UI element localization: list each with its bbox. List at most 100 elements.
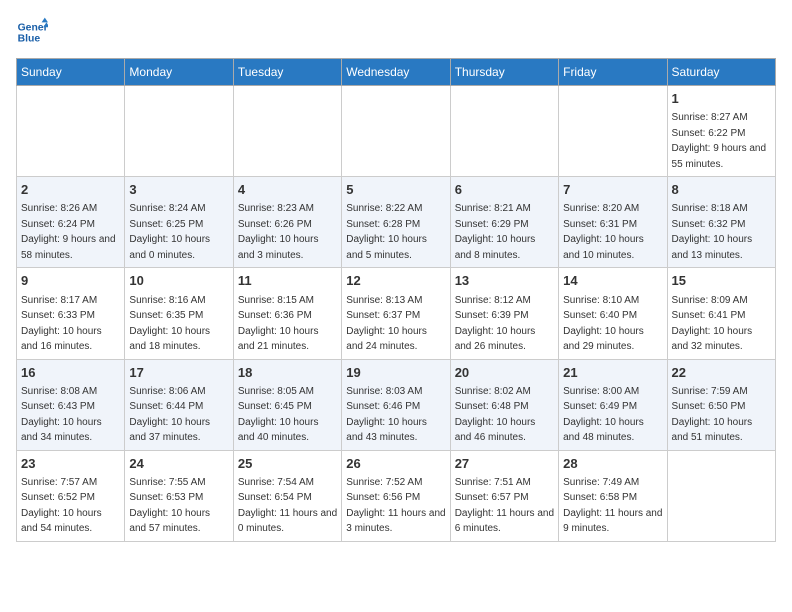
- calendar-cell: 4 Sunrise: 8:23 AM Sunset: 6:26 PM Daylig…: [233, 177, 341, 268]
- calendar-cell: 8 Sunrise: 8:18 AM Sunset: 6:32 PM Daylig…: [667, 177, 775, 268]
- calendar-cell: 22 Sunrise: 7:59 AM Sunset: 6:50 PM Dayli…: [667, 359, 775, 450]
- day-number: 21: [563, 364, 662, 382]
- day-number: 15: [672, 272, 771, 290]
- day-info: Sunrise: 7:49 AM Sunset: 6:58 PM Dayligh…: [563, 477, 662, 535]
- day-number: 23: [21, 455, 120, 473]
- calendar-cell: 19 Sunrise: 8:03 AM Sunset: 6:46 PM Dayli…: [342, 359, 450, 450]
- day-info: Sunrise: 8:02 AM Sunset: 6:48 PM Dayligh…: [455, 386, 536, 444]
- day-number: 22: [672, 364, 771, 382]
- day-info: Sunrise: 8:20 AM Sunset: 6:31 PM Dayligh…: [563, 203, 644, 261]
- calendar-cell: [450, 86, 558, 177]
- day-number: 8: [672, 181, 771, 199]
- day-info: Sunrise: 8:26 AM Sunset: 6:24 PM Dayligh…: [21, 203, 116, 261]
- calendar-cell: 17 Sunrise: 8:06 AM Sunset: 6:44 PM Dayli…: [125, 359, 233, 450]
- calendar-cell: 5 Sunrise: 8:22 AM Sunset: 6:28 PM Daylig…: [342, 177, 450, 268]
- calendar-cell: 15 Sunrise: 8:09 AM Sunset: 6:41 PM Dayli…: [667, 268, 775, 359]
- day-info: Sunrise: 7:55 AM Sunset: 6:53 PM Dayligh…: [129, 477, 210, 535]
- col-header-thursday: Thursday: [450, 59, 558, 86]
- calendar-cell: 23 Sunrise: 7:57 AM Sunset: 6:52 PM Dayli…: [17, 450, 125, 541]
- calendar-cell: 16 Sunrise: 8:08 AM Sunset: 6:43 PM Dayli…: [17, 359, 125, 450]
- calendar-cell: 3 Sunrise: 8:24 AM Sunset: 6:25 PM Daylig…: [125, 177, 233, 268]
- calendar-cell: [233, 86, 341, 177]
- calendar-cell: 21 Sunrise: 8:00 AM Sunset: 6:49 PM Dayli…: [559, 359, 667, 450]
- day-number: 16: [21, 364, 120, 382]
- calendar-cell: 24 Sunrise: 7:55 AM Sunset: 6:53 PM Dayli…: [125, 450, 233, 541]
- day-number: 14: [563, 272, 662, 290]
- day-info: Sunrise: 8:21 AM Sunset: 6:29 PM Dayligh…: [455, 203, 536, 261]
- calendar-cell: 27 Sunrise: 7:51 AM Sunset: 6:57 PM Dayli…: [450, 450, 558, 541]
- day-info: Sunrise: 8:12 AM Sunset: 6:39 PM Dayligh…: [455, 295, 536, 353]
- day-info: Sunrise: 8:24 AM Sunset: 6:25 PM Dayligh…: [129, 203, 210, 261]
- day-info: Sunrise: 7:52 AM Sunset: 6:56 PM Dayligh…: [346, 477, 445, 535]
- day-number: 2: [21, 181, 120, 199]
- day-info: Sunrise: 8:09 AM Sunset: 6:41 PM Dayligh…: [672, 295, 753, 353]
- day-info: Sunrise: 7:59 AM Sunset: 6:50 PM Dayligh…: [672, 386, 753, 444]
- day-info: Sunrise: 8:05 AM Sunset: 6:45 PM Dayligh…: [238, 386, 319, 444]
- calendar-cell: 20 Sunrise: 8:02 AM Sunset: 6:48 PM Dayli…: [450, 359, 558, 450]
- day-number: 11: [238, 272, 337, 290]
- col-header-tuesday: Tuesday: [233, 59, 341, 86]
- day-info: Sunrise: 7:51 AM Sunset: 6:57 PM Dayligh…: [455, 477, 554, 535]
- logo: General Blue: [16, 16, 52, 48]
- calendar-cell: 26 Sunrise: 7:52 AM Sunset: 6:56 PM Dayli…: [342, 450, 450, 541]
- calendar-cell: 12 Sunrise: 8:13 AM Sunset: 6:37 PM Dayli…: [342, 268, 450, 359]
- day-number: 7: [563, 181, 662, 199]
- calendar-cell: 10 Sunrise: 8:16 AM Sunset: 6:35 PM Dayli…: [125, 268, 233, 359]
- day-number: 3: [129, 181, 228, 199]
- day-number: 4: [238, 181, 337, 199]
- calendar-cell: 13 Sunrise: 8:12 AM Sunset: 6:39 PM Dayli…: [450, 268, 558, 359]
- col-header-saturday: Saturday: [667, 59, 775, 86]
- calendar-cell: [17, 86, 125, 177]
- logo-icon: General Blue: [16, 16, 48, 48]
- day-info: Sunrise: 8:18 AM Sunset: 6:32 PM Dayligh…: [672, 203, 753, 261]
- day-number: 24: [129, 455, 228, 473]
- day-info: Sunrise: 8:13 AM Sunset: 6:37 PM Dayligh…: [346, 295, 427, 353]
- day-info: Sunrise: 8:00 AM Sunset: 6:49 PM Dayligh…: [563, 386, 644, 444]
- day-info: Sunrise: 8:10 AM Sunset: 6:40 PM Dayligh…: [563, 295, 644, 353]
- day-info: Sunrise: 8:23 AM Sunset: 6:26 PM Dayligh…: [238, 203, 319, 261]
- calendar-cell: [125, 86, 233, 177]
- calendar-cell: 28 Sunrise: 7:49 AM Sunset: 6:58 PM Dayli…: [559, 450, 667, 541]
- day-info: Sunrise: 8:08 AM Sunset: 6:43 PM Dayligh…: [21, 386, 102, 444]
- day-info: Sunrise: 7:54 AM Sunset: 6:54 PM Dayligh…: [238, 477, 337, 535]
- calendar-table: SundayMondayTuesdayWednesdayThursdayFrid…: [16, 58, 776, 542]
- day-info: Sunrise: 8:16 AM Sunset: 6:35 PM Dayligh…: [129, 295, 210, 353]
- day-number: 1: [672, 90, 771, 108]
- day-info: Sunrise: 8:06 AM Sunset: 6:44 PM Dayligh…: [129, 386, 210, 444]
- day-info: Sunrise: 8:15 AM Sunset: 6:36 PM Dayligh…: [238, 295, 319, 353]
- day-number: 27: [455, 455, 554, 473]
- calendar-cell: 18 Sunrise: 8:05 AM Sunset: 6:45 PM Dayli…: [233, 359, 341, 450]
- calendar-cell: 1Sunrise: 8:27 AM Sunset: 6:22 PM Daylig…: [667, 86, 775, 177]
- header: General Blue: [16, 16, 776, 48]
- calendar-cell: 11 Sunrise: 8:15 AM Sunset: 6:36 PM Dayli…: [233, 268, 341, 359]
- calendar-cell: 6 Sunrise: 8:21 AM Sunset: 6:29 PM Daylig…: [450, 177, 558, 268]
- calendar-cell: 14 Sunrise: 8:10 AM Sunset: 6:40 PM Dayli…: [559, 268, 667, 359]
- svg-text:Blue: Blue: [18, 34, 41, 45]
- day-number: 9: [21, 272, 120, 290]
- day-number: 19: [346, 364, 445, 382]
- calendar-cell: 7 Sunrise: 8:20 AM Sunset: 6:31 PM Daylig…: [559, 177, 667, 268]
- day-info: Sunrise: 8:17 AM Sunset: 6:33 PM Dayligh…: [21, 295, 102, 353]
- day-number: 5: [346, 181, 445, 199]
- day-number: 18: [238, 364, 337, 382]
- col-header-sunday: Sunday: [17, 59, 125, 86]
- day-number: 13: [455, 272, 554, 290]
- calendar-cell: 9 Sunrise: 8:17 AM Sunset: 6:33 PM Daylig…: [17, 268, 125, 359]
- day-info: Sunrise: 7:57 AM Sunset: 6:52 PM Dayligh…: [21, 477, 102, 535]
- day-number: 12: [346, 272, 445, 290]
- day-info: Sunrise: 8:22 AM Sunset: 6:28 PM Dayligh…: [346, 203, 427, 261]
- col-header-monday: Monday: [125, 59, 233, 86]
- day-number: 20: [455, 364, 554, 382]
- day-info: Sunrise: 8:03 AM Sunset: 6:46 PM Dayligh…: [346, 386, 427, 444]
- day-number: 26: [346, 455, 445, 473]
- calendar-cell: 2 Sunrise: 8:26 AM Sunset: 6:24 PM Daylig…: [17, 177, 125, 268]
- day-number: 10: [129, 272, 228, 290]
- calendar-cell: 25Sunrise: 7:54 AM Sunset: 6:54 PM Dayli…: [233, 450, 341, 541]
- col-header-wednesday: Wednesday: [342, 59, 450, 86]
- svg-text:General: General: [18, 22, 48, 33]
- calendar-cell: [667, 450, 775, 541]
- day-number: 6: [455, 181, 554, 199]
- calendar-cell: [342, 86, 450, 177]
- day-number: 17: [129, 364, 228, 382]
- day-number: 28: [563, 455, 662, 473]
